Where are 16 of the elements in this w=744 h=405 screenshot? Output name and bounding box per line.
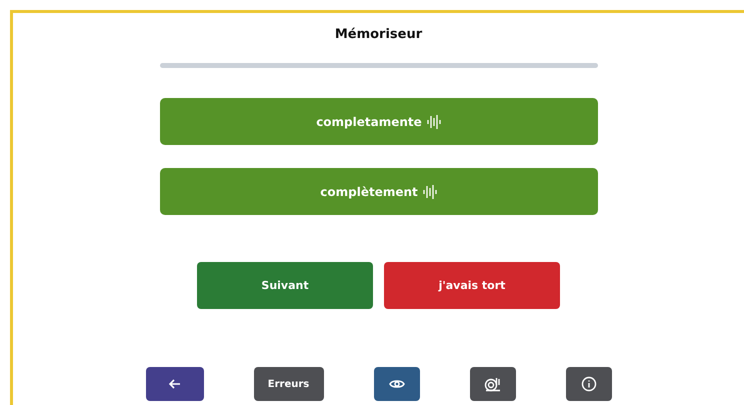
answer-button[interactable]: completamente xyxy=(160,98,598,145)
answer-button[interactable]: complètement xyxy=(160,168,598,215)
sound-wave-icon xyxy=(422,184,437,200)
back-button[interactable] xyxy=(146,367,204,401)
eye-icon xyxy=(388,378,404,390)
wrong-button[interactable]: j'avais tort xyxy=(384,262,560,309)
info-icon xyxy=(580,376,596,392)
sound-wave-icon xyxy=(426,114,441,130)
info-button[interactable] xyxy=(566,367,612,401)
errors-button[interactable]: Erreurs xyxy=(254,367,324,401)
next-button[interactable]: Suivant xyxy=(197,262,373,309)
snail-icon xyxy=(484,376,502,392)
slow-button[interactable] xyxy=(470,367,516,401)
reveal-button[interactable] xyxy=(374,367,420,401)
back-arrow-icon xyxy=(168,378,180,390)
page-title: Mémoriseur xyxy=(334,27,422,42)
